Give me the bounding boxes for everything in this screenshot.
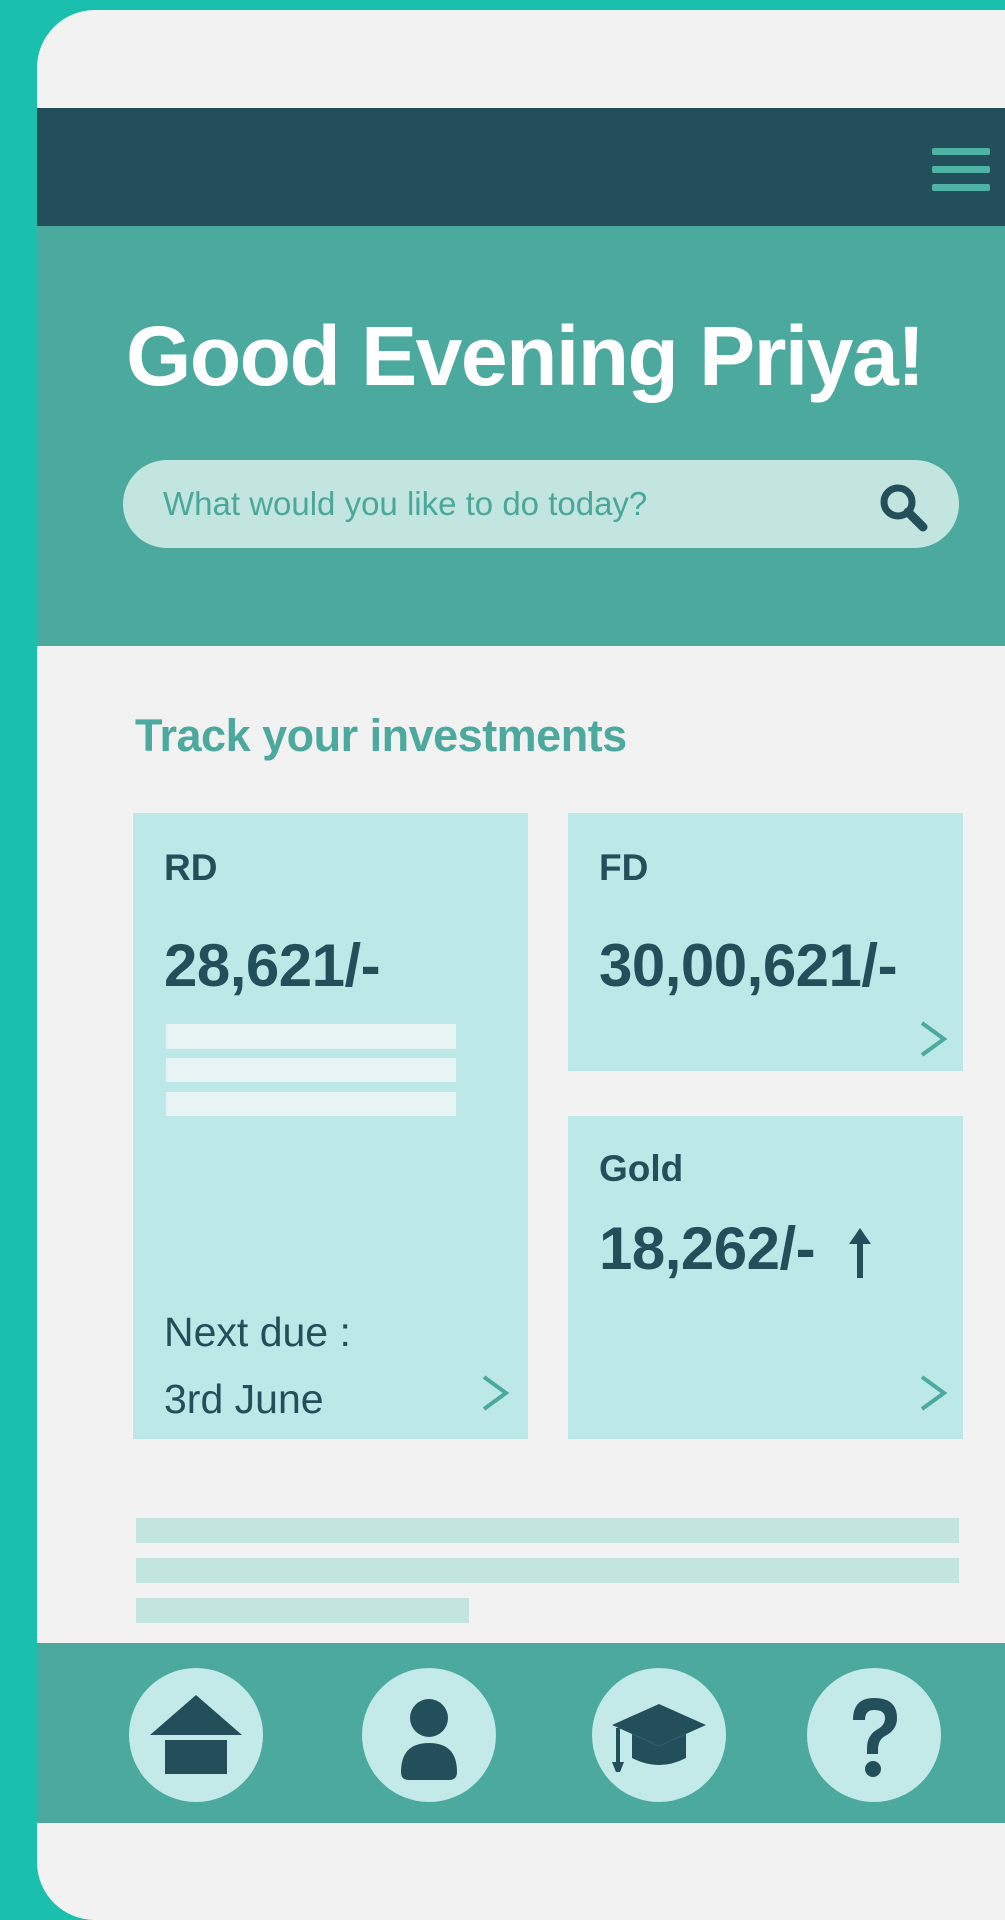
bottom-navigation: [37, 1643, 1005, 1823]
gold-card-label: Gold: [599, 1148, 684, 1189]
home-icon: [150, 1695, 242, 1774]
chevron-right-icon[interactable]: [918, 1019, 948, 1059]
search-bar[interactable]: [123, 460, 959, 548]
question-mark-icon: [853, 1698, 897, 1777]
gold-card-amount: 18,262/-: [599, 1215, 816, 1282]
rd-card-amount: 28,621/-: [164, 932, 381, 999]
placeholder-line: [166, 1024, 456, 1049]
placeholder-text-line: [136, 1518, 959, 1543]
greeting-banner: Good Evening Priya!: [37, 226, 1005, 646]
search-input[interactable]: [163, 460, 843, 548]
up-arrow-icon: [849, 1228, 871, 1278]
gold-investment-card[interactable]: Gold 18,262/-: [568, 1116, 963, 1439]
investments-section-title: Track your investments: [135, 710, 627, 761]
chevron-right-icon[interactable]: [480, 1373, 510, 1413]
nav-help-button[interactable]: [807, 1668, 941, 1802]
placeholder-line: [166, 1092, 456, 1116]
hamburger-menu-icon[interactable]: [932, 148, 990, 192]
chevron-right-icon[interactable]: [918, 1373, 948, 1413]
rd-card-label: RD: [164, 847, 218, 888]
top-app-bar: [37, 108, 1005, 226]
fd-card-amount: 30,00,621/-: [599, 932, 898, 999]
next-due-label: Next due :: [164, 1309, 351, 1355]
user-icon: [401, 1699, 457, 1780]
nav-learn-button[interactable]: [592, 1668, 726, 1802]
nav-home-button[interactable]: [129, 1668, 263, 1802]
fd-investment-card[interactable]: FD 30,00,621/-: [568, 813, 963, 1071]
greeting-title: Good Evening Priya!: [126, 309, 925, 403]
placeholder-text-line: [136, 1598, 469, 1623]
app-screen: Good Evening Priya! Track your investmen…: [37, 10, 1005, 1920]
next-due-date: 3rd June: [164, 1376, 324, 1422]
placeholder-line: [166, 1058, 456, 1082]
search-icon[interactable]: [876, 480, 934, 538]
fd-card-label: FD: [599, 847, 649, 888]
placeholder-text-line: [136, 1558, 959, 1583]
nav-profile-button[interactable]: [362, 1668, 496, 1802]
graduation-cap-icon: [612, 1704, 706, 1772]
rd-investment-card[interactable]: RD 28,621/- Next due : 3rd June: [133, 813, 528, 1439]
